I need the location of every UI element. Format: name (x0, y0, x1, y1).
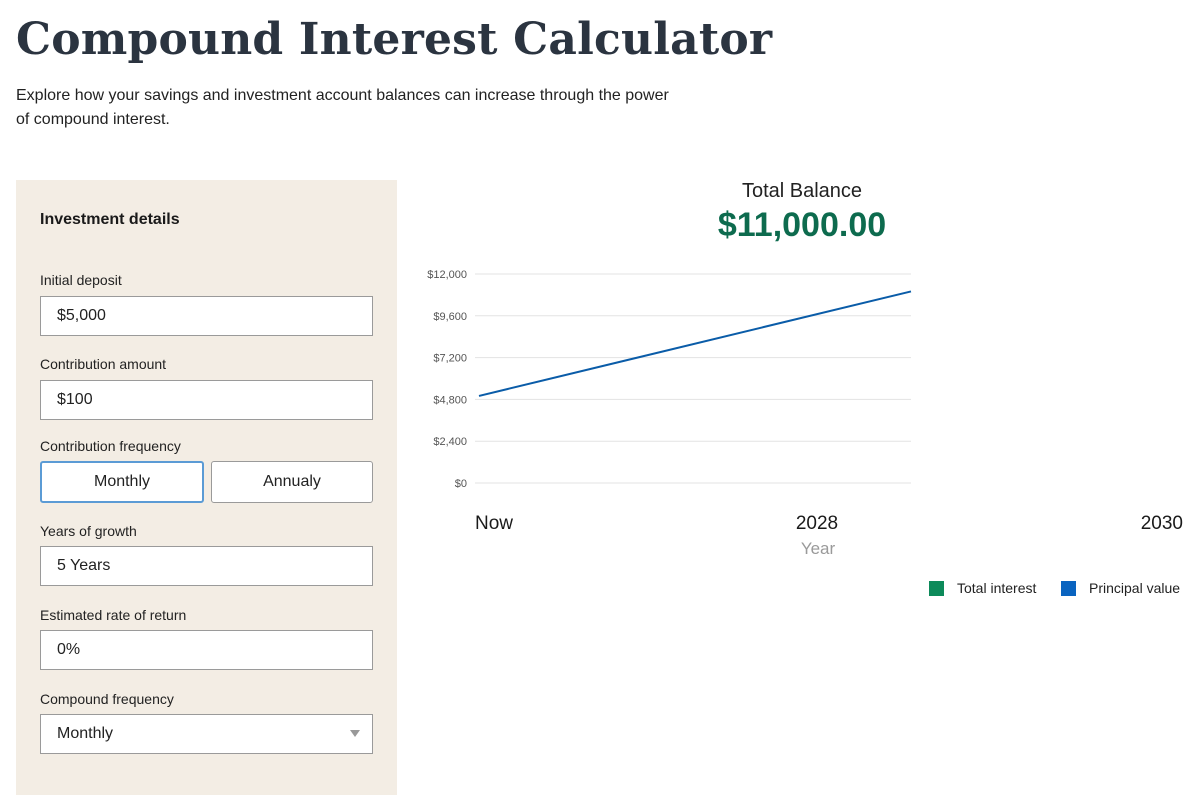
rate-of-return-label: Estimated rate of return (40, 607, 187, 623)
contribution-amount-input[interactable]: $100 (40, 380, 373, 420)
compound-frequency-label: Compound frequency (40, 691, 174, 707)
y-tick-label: $4,800 (433, 394, 467, 406)
y-tick-label: $12,000 (427, 269, 467, 281)
y-tick-label: $7,200 (433, 353, 467, 365)
x-tick-label: 2030 (1141, 513, 1183, 534)
initial-deposit-label: Initial deposit (40, 272, 122, 288)
contribution-frequency-label: Contribution frequency (40, 438, 181, 454)
total-interest-swatch (929, 580, 944, 596)
balance-chart: $0 $2,400 $4,800 $7,200 $9,600 $12,000 Now 2028… (427, 269, 1183, 558)
chevron-down-icon (350, 730, 360, 737)
contribution-amount-label: Contribution amount (40, 356, 167, 372)
legend-label-principal-value: Principal value (1089, 580, 1181, 596)
rate-of-return-input[interactable]: 0% (40, 630, 373, 670)
years-of-growth-input[interactable]: 5 Years (40, 546, 373, 586)
legend-item-principal-value: Principal value (1061, 580, 1180, 596)
investment-details-panel: Investment details Initial deposit $5,00… (16, 180, 397, 795)
y-tick-label: $2,400 (433, 436, 467, 448)
frequency-monthly-button[interactable]: Monthly (40, 461, 204, 503)
frequency-annualy-button[interactable]: Annualy (211, 461, 373, 503)
y-tick-label: $0 (455, 478, 467, 490)
x-tick-label: Now (475, 513, 513, 534)
series-line (478, 290, 912, 397)
legend-label-total-interest: Total interest (957, 580, 1037, 596)
x-axis-label: Year (801, 539, 836, 558)
panel-heading: Investment details (40, 211, 180, 228)
years-of-growth-label: Years of growth (40, 523, 137, 539)
page-intro: Explore how your savings and investment … (16, 87, 669, 128)
x-tick-label: 2028 (796, 513, 838, 534)
page-title: Compound Interest Calculator (16, 14, 773, 65)
total-balance-value: $11,000.00 (717, 206, 887, 244)
principal-value-swatch (1061, 580, 1076, 596)
compound-frequency-value: Monthly (57, 725, 114, 742)
compound-frequency-select[interactable]: Monthly (40, 714, 373, 754)
initial-deposit-input[interactable]: $5,000 (40, 296, 373, 336)
y-tick-label: $9,600 (433, 311, 467, 323)
legend-item-total-interest: Total interest (929, 580, 1036, 596)
total-balance-label: Total Balance (741, 180, 863, 202)
